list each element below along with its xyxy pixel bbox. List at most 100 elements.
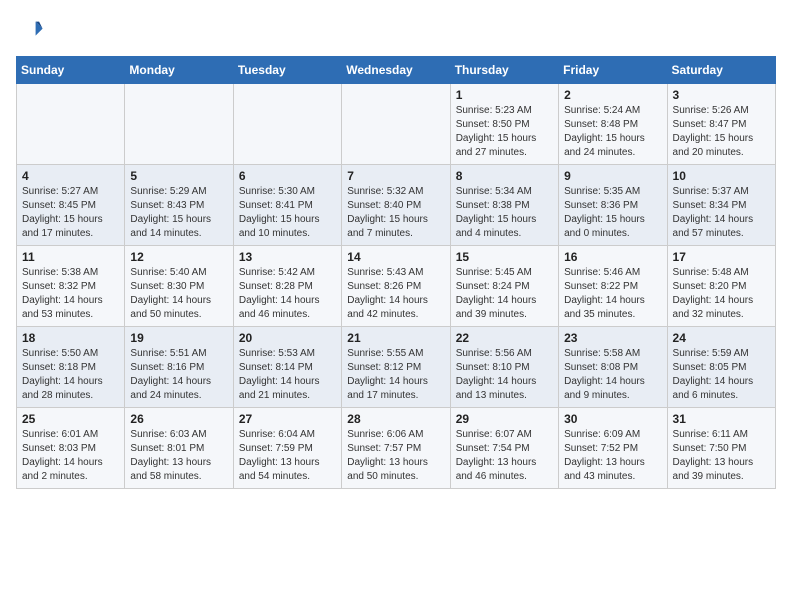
day-info: Sunrise: 5:59 AM Sunset: 8:05 PM Dayligh… bbox=[673, 347, 770, 403]
day-number: 26 bbox=[130, 412, 227, 426]
day-info: Sunrise: 5:40 AM Sunset: 8:30 PM Dayligh… bbox=[130, 266, 227, 322]
calendar-cell: 16 Sunrise: 5:46 AM Sunset: 8:22 PM Dayli… bbox=[559, 246, 667, 327]
day-info: Sunrise: 5:37 AM Sunset: 8:34 PM Dayligh… bbox=[673, 185, 770, 241]
calendar-cell: 28 Sunrise: 6:06 AM Sunset: 7:57 PM Dayli… bbox=[342, 408, 450, 489]
day-info: Sunrise: 6:09 AM Sunset: 7:52 PM Dayligh… bbox=[564, 428, 661, 484]
weekday-header-tuesday: Tuesday bbox=[233, 57, 341, 84]
day-number: 14 bbox=[347, 250, 444, 264]
day-number: 27 bbox=[239, 412, 336, 426]
day-info: Sunrise: 5:42 AM Sunset: 8:28 PM Dayligh… bbox=[239, 266, 336, 322]
day-info: Sunrise: 5:56 AM Sunset: 8:10 PM Dayligh… bbox=[456, 347, 553, 403]
day-number: 17 bbox=[673, 250, 770, 264]
calendar-week-row: 11Sunrise: 5:38 AM Sunset: 8:32 PM Dayli… bbox=[17, 246, 776, 327]
day-info: Sunrise: 6:11 AM Sunset: 7:50 PM Dayligh… bbox=[673, 428, 770, 484]
calendar-cell: 1 Sunrise: 5:23 AM Sunset: 8:50 PM Daylig… bbox=[450, 84, 558, 165]
calendar-body: 1 Sunrise: 5:23 AM Sunset: 8:50 PM Daylig… bbox=[17, 84, 776, 489]
day-number: 4 bbox=[22, 169, 119, 183]
day-number: 22 bbox=[456, 331, 553, 345]
calendar-cell bbox=[125, 84, 233, 165]
day-number: 15 bbox=[456, 250, 553, 264]
day-number: 3 bbox=[673, 88, 770, 102]
weekday-header-saturday: Saturday bbox=[667, 57, 775, 84]
day-number: 10 bbox=[673, 169, 770, 183]
day-info: Sunrise: 5:55 AM Sunset: 8:12 PM Dayligh… bbox=[347, 347, 444, 403]
day-number: 9 bbox=[564, 169, 661, 183]
weekday-header-monday: Monday bbox=[125, 57, 233, 84]
day-info: Sunrise: 5:53 AM Sunset: 8:14 PM Dayligh… bbox=[239, 347, 336, 403]
day-number: 13 bbox=[239, 250, 336, 264]
day-number: 25 bbox=[22, 412, 119, 426]
calendar-cell: 14 Sunrise: 5:43 AM Sunset: 8:26 PM Dayli… bbox=[342, 246, 450, 327]
calendar-table: SundayMondayTuesdayWednesdayThursdayFrid… bbox=[16, 56, 776, 489]
day-info: Sunrise: 5:34 AM Sunset: 8:38 PM Dayligh… bbox=[456, 185, 553, 241]
day-info: Sunrise: 5:48 AM Sunset: 8:20 PM Dayligh… bbox=[673, 266, 770, 322]
calendar-cell: 12 Sunrise: 5:40 AM Sunset: 8:30 PM Dayli… bbox=[125, 246, 233, 327]
calendar-cell: 8 Sunrise: 5:34 AM Sunset: 8:38 PM Daylig… bbox=[450, 165, 558, 246]
day-number: 20 bbox=[239, 331, 336, 345]
calendar-cell: 3 Sunrise: 5:26 AM Sunset: 8:47 PM Daylig… bbox=[667, 84, 775, 165]
day-number: 2 bbox=[564, 88, 661, 102]
day-info: Sunrise: 6:03 AM Sunset: 8:01 PM Dayligh… bbox=[130, 428, 227, 484]
day-number: 7 bbox=[347, 169, 444, 183]
calendar-cell: 5 Sunrise: 5:29 AM Sunset: 8:43 PM Daylig… bbox=[125, 165, 233, 246]
day-info: Sunrise: 5:30 AM Sunset: 8:41 PM Dayligh… bbox=[239, 185, 336, 241]
calendar-cell: 15 Sunrise: 5:45 AM Sunset: 8:24 PM Dayli… bbox=[450, 246, 558, 327]
day-info: Sunrise: 5:26 AM Sunset: 8:47 PM Dayligh… bbox=[673, 104, 770, 160]
calendar-cell: 7 Sunrise: 5:32 AM Sunset: 8:40 PM Daylig… bbox=[342, 165, 450, 246]
calendar-cell: 22 Sunrise: 5:56 AM Sunset: 8:10 PM Dayli… bbox=[450, 327, 558, 408]
day-number: 8 bbox=[456, 169, 553, 183]
day-number: 31 bbox=[673, 412, 770, 426]
day-info: Sunrise: 5:58 AM Sunset: 8:08 PM Dayligh… bbox=[564, 347, 661, 403]
calendar-cell: 6Sunrise: 5:30 AM Sunset: 8:41 PM Daylig… bbox=[233, 165, 341, 246]
calendar-cell: 21 Sunrise: 5:55 AM Sunset: 8:12 PM Dayli… bbox=[342, 327, 450, 408]
day-number: 5 bbox=[130, 169, 227, 183]
day-info: Sunrise: 5:43 AM Sunset: 8:26 PM Dayligh… bbox=[347, 266, 444, 322]
logo-icon bbox=[16, 16, 44, 44]
day-info: Sunrise: 5:23 AM Sunset: 8:50 PM Dayligh… bbox=[456, 104, 553, 160]
day-info: Sunrise: 5:32 AM Sunset: 8:40 PM Dayligh… bbox=[347, 185, 444, 241]
day-number: 30 bbox=[564, 412, 661, 426]
calendar-cell: 4Sunrise: 5:27 AM Sunset: 8:45 PM Daylig… bbox=[17, 165, 125, 246]
calendar-cell: 2 Sunrise: 5:24 AM Sunset: 8:48 PM Daylig… bbox=[559, 84, 667, 165]
calendar-cell bbox=[233, 84, 341, 165]
day-info: Sunrise: 5:29 AM Sunset: 8:43 PM Dayligh… bbox=[130, 185, 227, 241]
day-info: Sunrise: 6:06 AM Sunset: 7:57 PM Dayligh… bbox=[347, 428, 444, 484]
calendar-cell: 27 Sunrise: 6:04 AM Sunset: 7:59 PM Dayli… bbox=[233, 408, 341, 489]
logo bbox=[16, 16, 48, 44]
day-number: 28 bbox=[347, 412, 444, 426]
calendar-cell: 31 Sunrise: 6:11 AM Sunset: 7:50 PM Dayli… bbox=[667, 408, 775, 489]
weekday-header-row: SundayMondayTuesdayWednesdayThursdayFrid… bbox=[17, 57, 776, 84]
day-number: 12 bbox=[130, 250, 227, 264]
day-number: 11 bbox=[22, 250, 119, 264]
calendar-cell: 13 Sunrise: 5:42 AM Sunset: 8:28 PM Dayli… bbox=[233, 246, 341, 327]
day-number: 18 bbox=[22, 331, 119, 345]
calendar-cell: 9 Sunrise: 5:35 AM Sunset: 8:36 PM Daylig… bbox=[559, 165, 667, 246]
calendar-week-row: 25 Sunrise: 6:01 AM Sunset: 8:03 PM Dayli… bbox=[17, 408, 776, 489]
calendar-cell bbox=[17, 84, 125, 165]
calendar-cell: 17 Sunrise: 5:48 AM Sunset: 8:20 PM Dayli… bbox=[667, 246, 775, 327]
day-info: Sunrise: 6:01 AM Sunset: 8:03 PM Dayligh… bbox=[22, 428, 119, 484]
day-number: 16 bbox=[564, 250, 661, 264]
calendar-cell: 24Sunrise: 5:59 AM Sunset: 8:05 PM Dayli… bbox=[667, 327, 775, 408]
day-info: Sunrise: 5:51 AM Sunset: 8:16 PM Dayligh… bbox=[130, 347, 227, 403]
page-header bbox=[16, 16, 776, 44]
calendar-cell bbox=[342, 84, 450, 165]
calendar-cell: 10 Sunrise: 5:37 AM Sunset: 8:34 PM Dayli… bbox=[667, 165, 775, 246]
day-number: 1 bbox=[456, 88, 553, 102]
weekday-header-wednesday: Wednesday bbox=[342, 57, 450, 84]
day-number: 29 bbox=[456, 412, 553, 426]
day-info: Sunrise: 5:35 AM Sunset: 8:36 PM Dayligh… bbox=[564, 185, 661, 241]
calendar-cell: 25 Sunrise: 6:01 AM Sunset: 8:03 PM Dayli… bbox=[17, 408, 125, 489]
day-info: Sunrise: 5:24 AM Sunset: 8:48 PM Dayligh… bbox=[564, 104, 661, 160]
day-info: Sunrise: 6:04 AM Sunset: 7:59 PM Dayligh… bbox=[239, 428, 336, 484]
weekday-header-thursday: Thursday bbox=[450, 57, 558, 84]
weekday-header-friday: Friday bbox=[559, 57, 667, 84]
calendar-cell: 26 Sunrise: 6:03 AM Sunset: 8:01 PM Dayli… bbox=[125, 408, 233, 489]
calendar-cell: 23Sunrise: 5:58 AM Sunset: 8:08 PM Dayli… bbox=[559, 327, 667, 408]
day-number: 19 bbox=[130, 331, 227, 345]
day-info: Sunrise: 5:45 AM Sunset: 8:24 PM Dayligh… bbox=[456, 266, 553, 322]
day-info: Sunrise: 5:50 AM Sunset: 8:18 PM Dayligh… bbox=[22, 347, 119, 403]
day-number: 21 bbox=[347, 331, 444, 345]
calendar-header: SundayMondayTuesdayWednesdayThursdayFrid… bbox=[17, 57, 776, 84]
day-info: Sunrise: 5:46 AM Sunset: 8:22 PM Dayligh… bbox=[564, 266, 661, 322]
